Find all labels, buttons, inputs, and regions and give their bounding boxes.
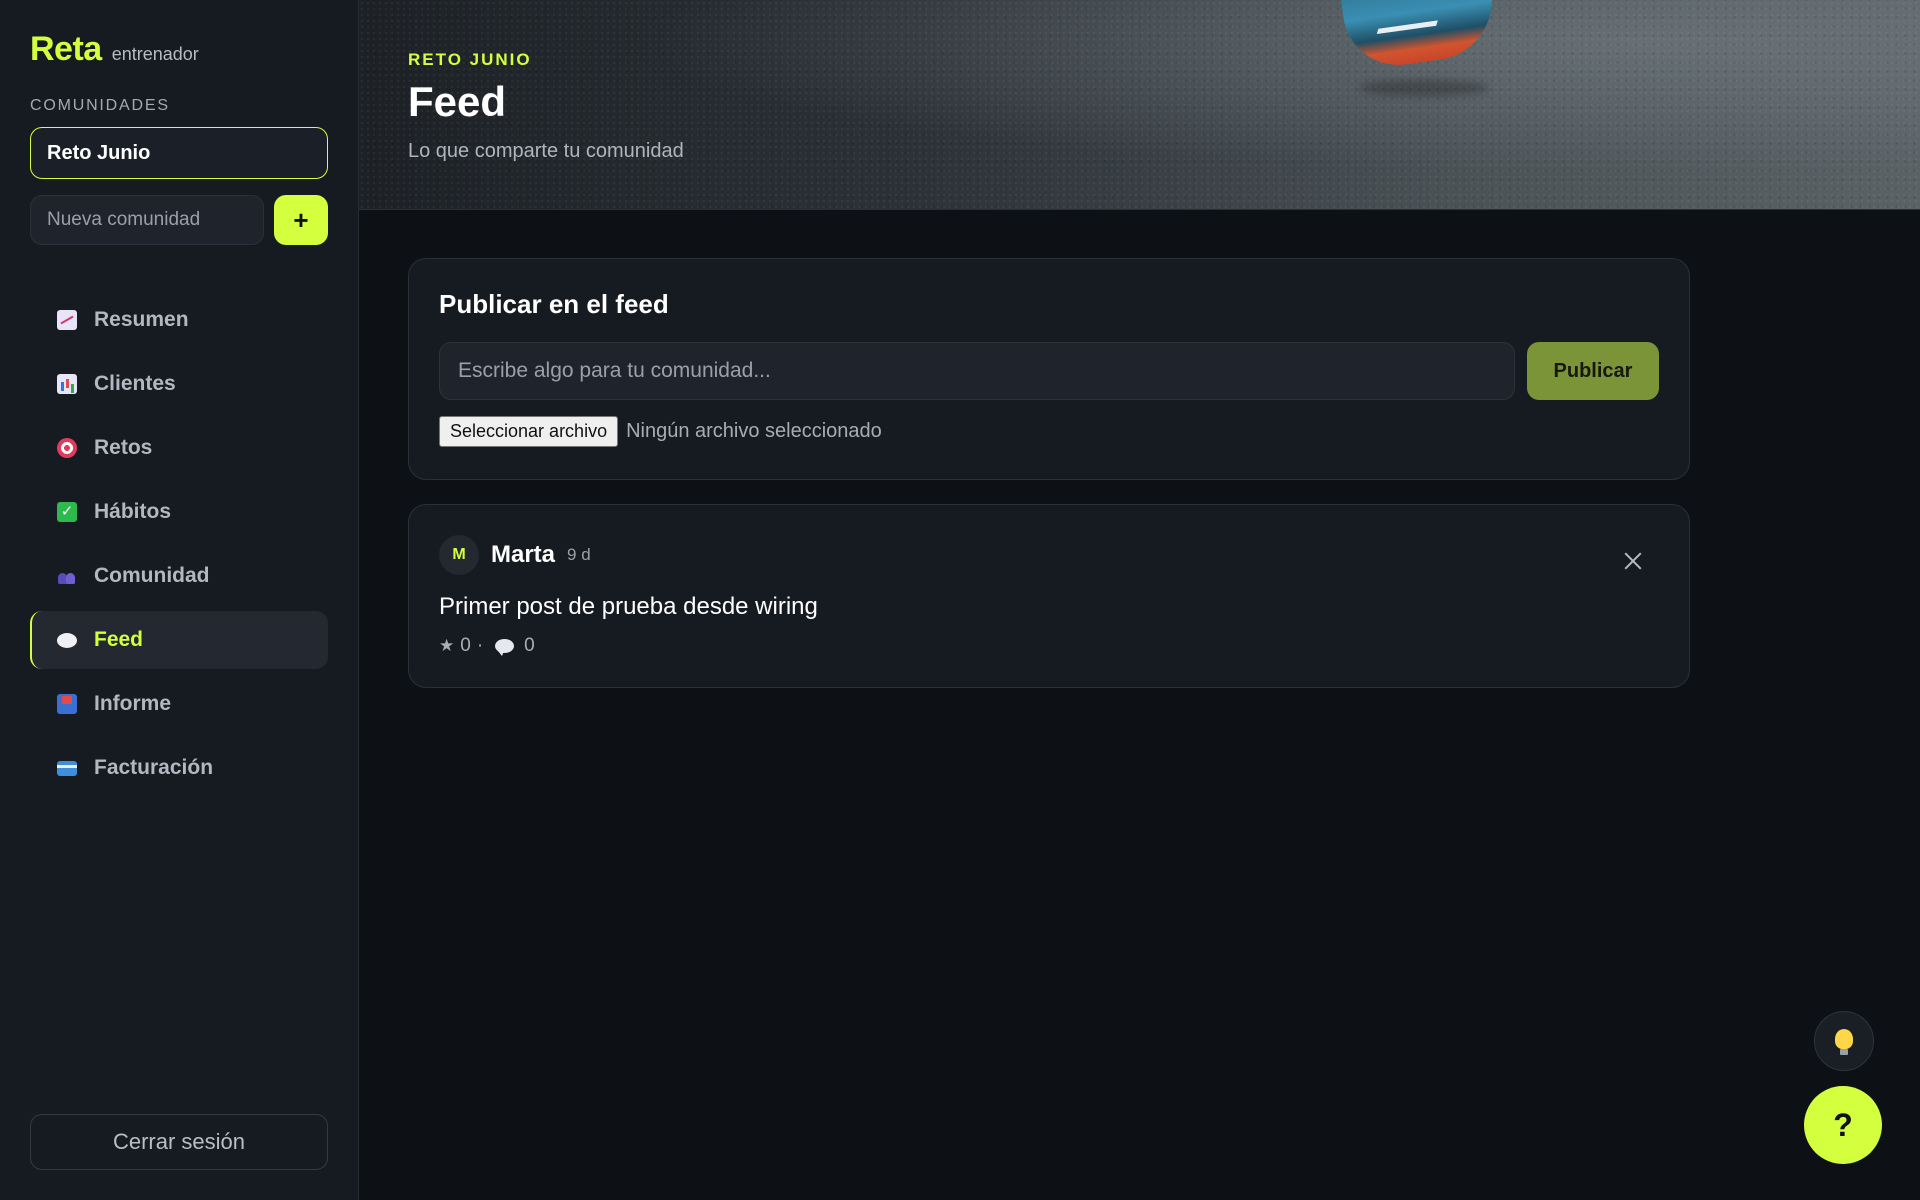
post-stats: ★ 0 · 0 — [439, 635, 1659, 657]
file-picker: Seleccionar archivo Ningún archivo selec… — [439, 416, 1659, 447]
logout-button[interactable]: Cerrar sesión — [30, 1114, 328, 1170]
main-content: RETO JUNIO Feed Lo que comparte tu comun… — [359, 0, 1920, 1200]
people-icon — [56, 565, 78, 587]
star-icon[interactable]: ★ — [439, 636, 454, 656]
page-subtitle: Lo que comparte tu comunidad — [408, 140, 684, 162]
comment-icon[interactable] — [495, 639, 515, 656]
sidebar-item-feed[interactable]: Feed — [30, 611, 328, 669]
target-icon — [56, 437, 78, 459]
tips-button[interactable] — [1814, 1011, 1874, 1071]
sidebar-item-label: Clientes — [94, 372, 176, 395]
header-text: RETO JUNIO Feed Lo que comparte tu comun… — [408, 50, 684, 163]
new-community-input[interactable] — [30, 195, 264, 245]
delete-post-icon[interactable] — [1621, 549, 1645, 573]
publish-button[interactable]: Publicar — [1527, 342, 1659, 400]
page-header: RETO JUNIO Feed Lo que comparte tu comun… — [359, 0, 1920, 210]
composer-title: Publicar en el feed — [439, 289, 669, 319]
new-community-row: + — [30, 195, 328, 245]
add-community-button[interactable]: + — [274, 195, 328, 245]
select-file-button[interactable]: Seleccionar archivo — [439, 416, 619, 447]
communities-label: COMUNIDADES — [30, 97, 170, 114]
page-title: Feed — [408, 78, 507, 125]
lightbulb-icon — [1835, 1029, 1853, 1055]
sidebar-item-resumen[interactable]: Resumen — [30, 291, 328, 349]
sidebar-item-habitos[interactable]: ✓ Hábitos — [30, 483, 328, 541]
star-count: 0 — [460, 635, 471, 656]
feed-post: M Marta 9 d Primer post de prueba desde … — [408, 504, 1690, 688]
post-header: M Marta 9 d — [439, 535, 1659, 575]
post-input[interactable] — [439, 342, 1515, 400]
sidebar-item-facturacion[interactable]: Facturación — [30, 739, 328, 797]
post-text: Primer post de prueba desde wiring — [439, 593, 818, 620]
sidebar-item-clientes[interactable]: Clientes — [30, 355, 328, 413]
sidebar-item-label: Facturación — [94, 756, 214, 779]
speech-bubble-icon — [56, 629, 78, 651]
comment-count: 0 — [524, 635, 535, 656]
sidebar-item-label: Hábitos — [94, 500, 172, 523]
community-eyebrow: RETO JUNIO — [408, 50, 532, 69]
composer-row: Publicar — [439, 342, 1659, 400]
sidebar-item-label: Informe — [94, 692, 172, 715]
credit-card-icon — [56, 757, 78, 779]
sidebar-item-retos[interactable]: Retos — [30, 419, 328, 477]
bar-chart-icon — [56, 373, 78, 395]
post-author: Marta — [491, 541, 556, 568]
sidebar-item-label: Comunidad — [94, 564, 210, 587]
sidebar-nav: Resumen Clientes Retos ✓ Hábitos Comunid… — [30, 291, 328, 797]
sidebar-item-label: Retos — [94, 436, 153, 459]
sidebar-item-label: Resumen — [94, 308, 189, 331]
brand-name[interactable]: Reta — [30, 30, 102, 69]
chart-up-icon — [56, 309, 78, 331]
checkbox-icon: ✓ — [56, 501, 78, 523]
sidebar-item-informe[interactable]: Informe — [30, 675, 328, 733]
help-button[interactable]: ? — [1804, 1086, 1882, 1164]
post-composer: Publicar en el feed Publicar Seleccionar… — [408, 258, 1690, 480]
community-select[interactable]: Reto Junio — [30, 127, 328, 179]
feed-content: Publicar en el feed Publicar Seleccionar… — [359, 210, 1690, 688]
file-status: Ningún archivo seleccionado — [626, 420, 882, 442]
header-image-shadow — [1359, 80, 1489, 96]
brand: Reta entrenador — [30, 30, 328, 69]
separator: · — [476, 635, 484, 656]
post-time: 9 d — [567, 545, 591, 564]
sidebar-item-comunidad[interactable]: Comunidad — [30, 547, 328, 605]
inbox-tray-icon — [56, 693, 78, 715]
avatar: M — [439, 535, 479, 575]
brand-role: entrenador — [111, 44, 199, 64]
app-root: Reta entrenador COMUNIDADES Reto Junio +… — [0, 0, 1920, 1200]
sidebar: Reta entrenador COMUNIDADES Reto Junio +… — [0, 0, 359, 1200]
sidebar-item-label: Feed — [94, 628, 144, 651]
